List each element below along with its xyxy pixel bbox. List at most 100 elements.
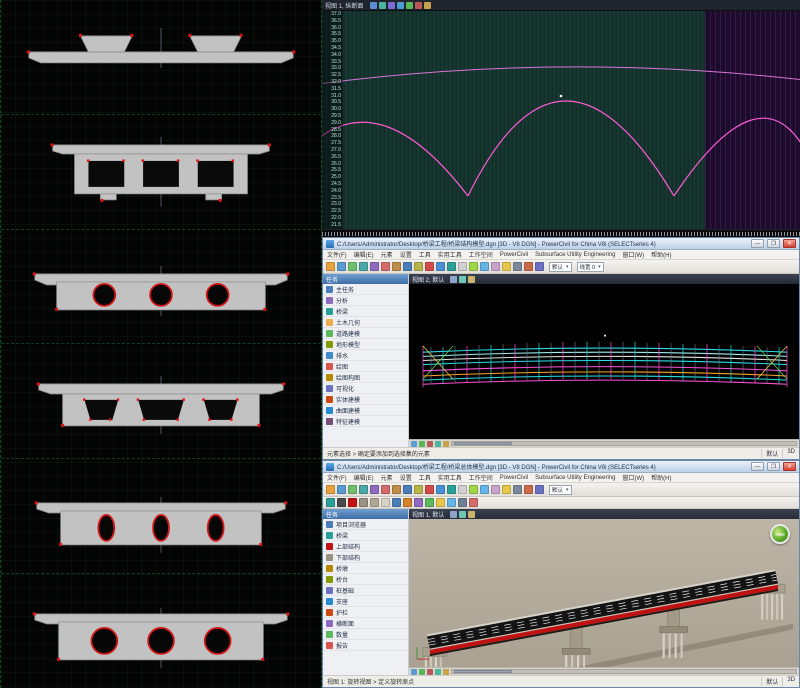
view-rotate-icon[interactable]: [459, 511, 466, 518]
menu-item[interactable]: 实用工具: [438, 250, 462, 259]
task-visualization[interactable]: 可视化: [323, 383, 408, 394]
menu-item[interactable]: 工作空间: [469, 250, 493, 259]
report-icon[interactable]: [436, 498, 445, 507]
task-road-modeling[interactable]: 道路建模: [323, 328, 408, 339]
menu-item[interactable]: Subsurface Utility Engineering: [535, 475, 615, 481]
dimension-icon[interactable]: [502, 262, 511, 271]
maximize-button[interactable]: ❐: [767, 239, 780, 248]
view-rotate-icon[interactable]: [459, 276, 466, 283]
undo-icon[interactable]: [436, 262, 445, 271]
menu-item[interactable]: 元素: [381, 473, 393, 482]
update-view-icon[interactable]: [411, 441, 417, 447]
trim-icon[interactable]: [414, 485, 423, 494]
line-weight-select[interactable]: 线宽 0 ▾: [577, 262, 604, 272]
menu-item[interactable]: 编辑(E): [354, 250, 374, 259]
rotate-view-icon[interactable]: [388, 2, 395, 9]
delete-icon[interactable]: [425, 262, 434, 271]
bearing-icon[interactable]: [392, 498, 401, 507]
place-text-icon[interactable]: [491, 262, 500, 271]
move-icon[interactable]: [359, 485, 368, 494]
zoom-out-icon[interactable]: [427, 669, 433, 675]
hatch-icon[interactable]: [513, 485, 522, 494]
redo-icon[interactable]: [447, 485, 456, 494]
place-text-icon[interactable]: [491, 485, 500, 494]
view-attributes-icon[interactable]: [370, 2, 377, 9]
render-window-titlebar[interactable]: C:/Users/Administrator/Desktop/桥梁工程/桥梁总体…: [323, 461, 799, 473]
model-window-titlebar[interactable]: C:/Users/Administrator/Desktop/桥梁工程/桥梁结构…: [323, 238, 799, 250]
profile-view-panel[interactable]: 视图 1, 纵断面 37.036.536.035.535.034.534.033…: [322, 0, 800, 237]
place-line-icon[interactable]: [458, 485, 467, 494]
minimize-button[interactable]: —: [751, 462, 764, 471]
close-button[interactable]: ✕: [783, 462, 796, 471]
view-zoom-icon[interactable]: [468, 511, 475, 518]
task-solids[interactable]: 实体建模: [323, 394, 408, 405]
menu-item[interactable]: 元素: [381, 250, 393, 259]
fence-icon[interactable]: [337, 485, 346, 494]
section-cut-icon[interactable]: [414, 498, 423, 507]
pier-icon[interactable]: [359, 498, 368, 507]
task-barrier[interactable]: 护栏: [323, 607, 408, 618]
undo-icon[interactable]: [436, 485, 445, 494]
scale-icon[interactable]: [381, 262, 390, 271]
menu-item[interactable]: 实用工具: [438, 473, 462, 482]
element-selection-icon[interactable]: [326, 262, 335, 271]
scrollbar-thumb[interactable]: [454, 670, 512, 673]
task-browser[interactable]: 项目浏览器: [323, 519, 408, 530]
status-field[interactable]: 默认: [761, 449, 778, 458]
hatch-icon[interactable]: [513, 262, 522, 271]
place-arc-icon[interactable]: [469, 262, 478, 271]
zoom-in-icon[interactable]: [419, 441, 425, 447]
array-icon[interactable]: [403, 262, 412, 271]
model-view-titlebar[interactable]: 视图 2, 默认: [409, 274, 799, 284]
menu-item[interactable]: 编辑(E): [354, 473, 374, 482]
abutment-icon[interactable]: [370, 498, 379, 507]
status-field[interactable]: 3D: [782, 677, 795, 686]
menu-item[interactable]: 工具: [419, 250, 431, 259]
menu-item[interactable]: 帮助(H): [651, 250, 671, 259]
redo-icon[interactable]: [447, 262, 456, 271]
pan-icon[interactable]: [443, 441, 449, 447]
pile-icon[interactable]: [381, 498, 390, 507]
fit-view-icon[interactable]: [435, 669, 441, 675]
element-selection-icon[interactable]: [326, 485, 335, 494]
menu-item[interactable]: 工具: [419, 473, 431, 482]
scale-icon[interactable]: [381, 485, 390, 494]
status-field[interactable]: 默认: [761, 677, 778, 686]
menu-item[interactable]: 文件(F): [327, 473, 347, 482]
cross-section-view-5[interactable]: [1, 459, 321, 574]
fit-view-icon[interactable]: [435, 441, 441, 447]
task-bridge[interactable]: 桥梁: [323, 306, 408, 317]
cross-section-view-6[interactable]: [1, 574, 321, 688]
status-field[interactable]: 3D: [782, 449, 795, 458]
view-zoom-icon[interactable]: [468, 276, 475, 283]
zoom-in-icon[interactable]: [406, 2, 413, 9]
menu-item[interactable]: 工作空间: [469, 473, 493, 482]
render-view-titlebar[interactable]: 视图 1, 默认: [409, 509, 799, 519]
girder-icon[interactable]: [348, 498, 357, 507]
array-icon[interactable]: [403, 485, 412, 494]
task-civil-geometry[interactable]: 土木几何: [323, 317, 408, 328]
cross-section-view-2[interactable]: [1, 115, 321, 230]
green-globe-badge[interactable]: [770, 524, 790, 544]
update-view-icon[interactable]: [411, 669, 417, 675]
bridge-wizard-icon[interactable]: [326, 498, 335, 507]
render-mode-icon[interactable]: [447, 498, 456, 507]
animation-icon[interactable]: [469, 498, 478, 507]
dimension-icon[interactable]: [502, 485, 511, 494]
menu-item[interactable]: 帮助(H): [651, 473, 671, 482]
task-main[interactable]: 主任务: [323, 284, 408, 295]
menu-item[interactable]: 窗口(W): [622, 250, 644, 259]
menu-item[interactable]: 文件(F): [327, 250, 347, 259]
mirror-icon[interactable]: [392, 262, 401, 271]
reference-icon[interactable]: [535, 485, 544, 494]
fence-icon[interactable]: [337, 262, 346, 271]
menu-item[interactable]: 设置: [400, 250, 412, 259]
cell-library-icon[interactable]: [524, 262, 533, 271]
task-analysis[interactable]: 分析: [323, 295, 408, 306]
zoom-out-icon[interactable]: [415, 2, 422, 9]
task-substructure[interactable]: 下部结构: [323, 552, 408, 563]
mirror-icon[interactable]: [392, 485, 401, 494]
copy-icon[interactable]: [348, 262, 357, 271]
menu-item[interactable]: PowerCivil: [500, 475, 528, 481]
cross-section-view-1[interactable]: [1, 0, 321, 115]
